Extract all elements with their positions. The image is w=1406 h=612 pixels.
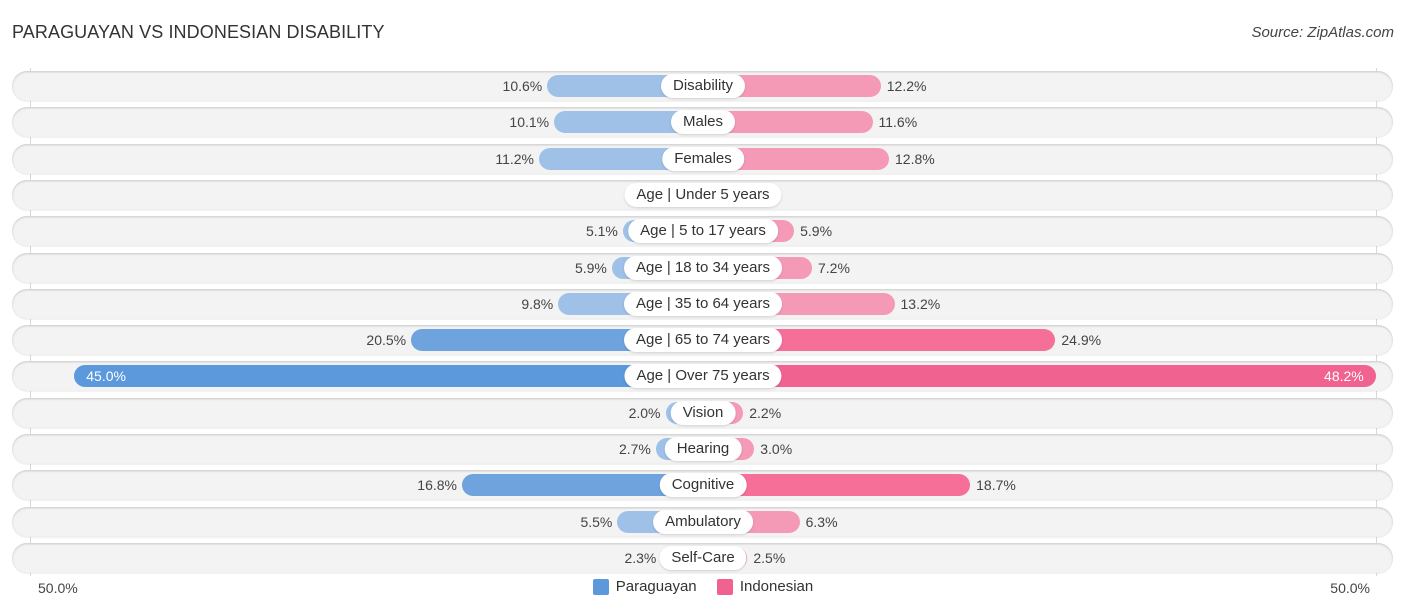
value-label-paraguayan: 2.3% (624, 549, 657, 566)
value-label-indonesian: 18.7% (976, 477, 1016, 494)
value-label-paraguayan: 5.1% (585, 223, 618, 240)
chart-row: 5.1% 5.9% Age | 5 to 17 years (12, 216, 1393, 247)
value-label-indonesian: 5.9% (800, 223, 833, 240)
value-label-indonesian: 13.2% (900, 295, 941, 312)
category-label: Disability (660, 74, 746, 98)
value-label-indonesian: 24.9% (1061, 332, 1102, 349)
category-label: Vision (670, 400, 736, 425)
chart-row: 10.1% 11.6% Males (12, 107, 1393, 138)
chart-row: 11.2% 12.8% Females (12, 143, 1393, 174)
value-label-indonesian: 48.2% (1324, 368, 1364, 385)
value-label-paraguayan: 5.5% (580, 513, 613, 530)
value-label-paraguayan: 5.9% (574, 259, 607, 276)
chart-title: PARAGUAYAN VS INDONESIAN DISABILITY (12, 22, 385, 42)
bar-paraguayan (74, 365, 703, 388)
value-label-paraguayan: 11.2% (495, 150, 534, 167)
chart-row: 2.3% 2.5% Self-Care (12, 542, 1393, 573)
category-label: Age | 65 to 74 years (624, 328, 782, 353)
chart-row: 2.0% 2.2% Vision (12, 397, 1393, 428)
value-label-paraguayan: 9.8% (521, 295, 554, 312)
chart-row: 2.0%1.2%Age | Under 5 years (12, 179, 1393, 210)
category-label: Cognitive (659, 473, 747, 498)
value-label-paraguayan: 10.6% (502, 78, 543, 94)
chart-row: 45.0% 48.2% Age | Over 75 years (12, 361, 1393, 392)
category-label: Age | 35 to 64 years (624, 291, 782, 316)
chart-row: 10.6% 12.2% Disability (12, 71, 1393, 101)
value-label-indonesian: 3.0% (760, 441, 793, 457)
chart-row: 9.8% 13.2% Age | 35 to 64 years (12, 288, 1393, 319)
value-label-paraguayan: 10.1% (509, 114, 550, 131)
category-label: Ambulatory (653, 509, 753, 534)
category-label: Self-Care (659, 545, 747, 570)
chart-row: 20.5% 24.9% Age | 65 to 74 years (12, 325, 1393, 356)
legend: Paraguayan Indonesian (0, 578, 1406, 599)
value-label-indonesian: 12.8% (895, 150, 935, 167)
bar-indonesian (703, 365, 1376, 388)
legend-label-indonesian: Indonesian (739, 578, 814, 595)
category-label: Females (662, 146, 744, 171)
chart-row: 2.7% 3.0% Hearing (12, 434, 1393, 464)
chart-row: 16.8% 18.7% Cognitive (12, 470, 1393, 501)
category-label: Hearing (664, 437, 742, 461)
legend-label-paraguayan: Paraguayan (615, 578, 697, 595)
legend-item-indonesian: Indonesian (716, 578, 814, 595)
chart-row: 5.5% 6.3% Ambulatory (12, 506, 1393, 537)
legend-item-paraguayan: Paraguayan (592, 578, 697, 595)
legend-swatch-paraguayan (592, 578, 609, 595)
category-label: Age | 18 to 34 years (624, 255, 782, 280)
value-label-indonesian: 11.6% (878, 114, 918, 131)
category-label: Age | 5 to 17 years (628, 219, 778, 244)
value-label-indonesian: 2.5% (753, 549, 786, 566)
value-label-indonesian: 12.2% (886, 78, 927, 94)
chart-row: 5.9% 7.2% Age | 18 to 34 years (12, 252, 1393, 283)
category-label: Males (670, 110, 736, 135)
value-label-indonesian: 2.2% (749, 404, 782, 421)
value-label-paraguayan: 2.0% (628, 404, 661, 421)
value-label-paraguayan: 45.0% (86, 368, 126, 385)
value-label-paraguayan: 20.5% (366, 332, 407, 349)
value-label-paraguayan: 2.7% (618, 441, 651, 457)
legend-swatch-indonesian (716, 578, 733, 595)
source-credit: Source: ZipAtlas.com (1251, 24, 1394, 41)
category-label: Age | Over 75 years (624, 364, 782, 389)
value-label-indonesian: 6.3% (805, 513, 838, 530)
value-label-indonesian: 7.2% (818, 259, 850, 276)
value-label-paraguayan: 16.8% (417, 477, 457, 494)
category-label: Age | Under 5 years (624, 182, 782, 207)
